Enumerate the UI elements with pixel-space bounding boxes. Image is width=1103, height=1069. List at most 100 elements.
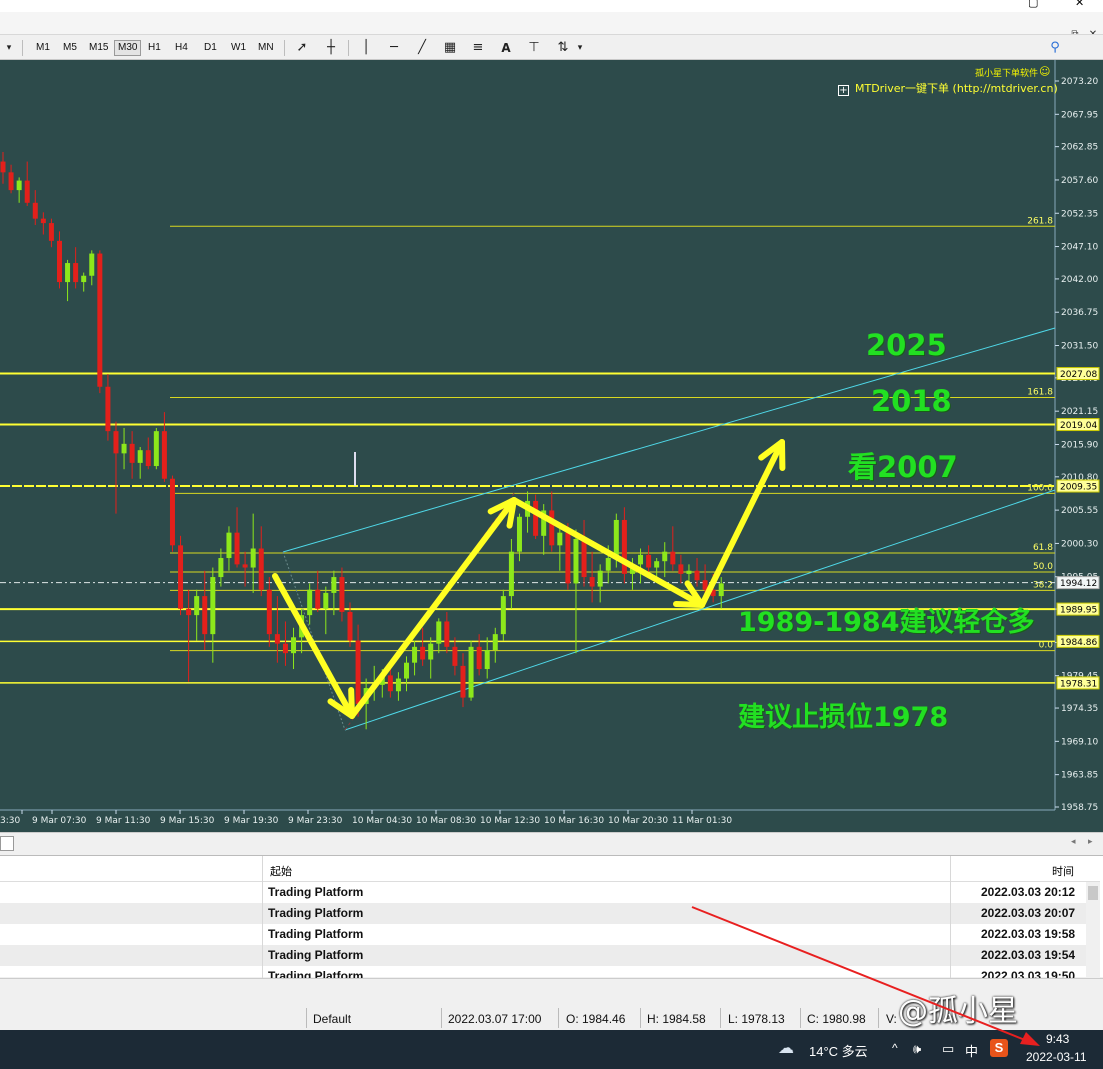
timeframe-w1[interactable]: W1 [228,40,249,56]
candle-body [573,538,579,584]
candle-body [218,558,224,578]
candle-body [291,637,297,654]
candle-body [153,431,159,467]
crosshair-icon[interactable]: ┼ [322,39,340,57]
chart-tab[interactable] [0,836,14,851]
candle-body [533,500,539,536]
bid-label-text: 1994.12 [1060,579,1097,589]
time-tick-label: 10 Mar 12:30 [480,816,540,826]
candle-body [73,263,79,283]
candle-body [662,551,668,562]
ime-indicator[interactable]: 中 [965,1041,978,1060]
table-row[interactable]: Trading Platform 2022.03.03 19:50 [0,966,1086,978]
candle-body [702,580,708,590]
volume-icon[interactable]: 🕪 [913,1041,921,1057]
timeframe-m1[interactable]: M1 [33,40,53,56]
search-icon[interactable]: ⚲ [1046,39,1064,57]
candle-body [97,253,103,387]
candle-body [428,643,434,660]
scroll-right-icon[interactable]: ▸ [1088,836,1093,847]
arrows-icon[interactable]: ⇅ [554,39,572,57]
sogou-icon[interactable]: S [990,1039,1008,1057]
time-tick-label: 9 Mar 19:30 [224,816,279,826]
chart-toolbar: ▾ M1 M5 M15 M30 H1 H4 D1 W1 MN ➚ ┼ │ ─ ╱… [0,34,1103,88]
channel-icon[interactable]: ▦ [441,39,459,57]
candle-body [8,172,14,191]
annotation-2007: 看2007 [848,450,958,484]
candle-body [202,596,208,635]
clock-date[interactable]: 2022-03-11 [1026,1050,1087,1064]
table-row[interactable]: Trading Platform 2022.03.03 20:12 [0,882,1086,903]
mt4-window: ▢ ✕ _ ⧉ ✕ ▾ M1 M5 M15 M30 H1 H4 D1 W1 MN… [0,0,1103,1069]
candle-body [605,558,611,571]
time-tick-label: 9 Mar 11:30 [96,816,151,826]
scroll-left-icon[interactable]: ◂ [1071,836,1076,847]
timeframe-mn[interactable]: MN [255,40,277,56]
candle-body [32,202,38,219]
candle-body [468,646,474,698]
annotation-2018: 2018 [871,384,952,418]
trendline-icon[interactable]: ╱ [413,39,431,57]
candle-body [549,510,555,546]
fibonacci-icon[interactable]: ≡ [469,39,487,57]
panel-scrollbar[interactable] [1086,882,1100,978]
table-row[interactable]: Trading Platform 2022.03.03 20:07 [0,903,1086,924]
timeframe-m15[interactable]: M15 [86,40,111,56]
annotation-stop-loss: 建议止损位1978 [738,702,949,733]
close-icon[interactable]: ✕ [1075,0,1084,9]
candle-body [347,611,353,641]
candle-body [194,596,200,616]
candle-body [484,650,490,670]
candle-body [16,180,22,191]
horizontal-line-icon[interactable]: ─ [385,39,403,57]
price-tick-label: 2062.85 [1061,143,1098,153]
price-tick-label: 2042.00 [1061,275,1098,285]
price-tick-label: 1969.10 [1061,737,1098,747]
chart-tab-bar: ◂ ▸ [0,832,1103,854]
table-row[interactable]: Trading Platform 2022.03.03 19:54 [0,945,1086,966]
scrollbar-thumb[interactable] [1088,886,1098,900]
weather-text[interactable]: 14°C 多云 [809,1041,868,1060]
candle-body [137,450,143,463]
price-tick-label: 2005.55 [1061,506,1098,516]
fib-level-label: 38.2 [1033,580,1053,590]
network-icon[interactable]: ▭ [942,1041,954,1057]
candle-body [315,589,321,609]
time-tick-label: 3:30 [0,816,20,826]
candle-body [516,516,522,552]
price-label-text: 1989.95 [1060,606,1097,616]
fib-level-label: 50.0 [1033,562,1053,572]
timeframe-h4[interactable]: H4 [172,40,191,56]
dropdown-arrow-icon[interactable]: ▾ [0,39,18,57]
timeframe-d1[interactable]: D1 [201,40,220,56]
table-row[interactable]: Trading Platform 2022.03.03 19:58 [0,924,1086,945]
candle-body [129,443,135,463]
column-source[interactable]: 起始 [270,863,292,879]
candle-body [24,180,30,203]
text-icon[interactable]: A [497,39,515,57]
clock-time[interactable]: 9:43 [1046,1032,1069,1046]
chevron-up-icon[interactable]: ^ [892,1041,898,1055]
candle-body [589,577,595,587]
timeframe-m30[interactable]: M30 [114,40,142,56]
candle-body [242,564,248,568]
timeframe-m5[interactable]: M5 [60,40,80,56]
candle-body [210,577,216,635]
text-label-icon[interactable]: ⊤ [525,39,543,57]
price-tick-label: 2057.60 [1061,176,1098,186]
cursor-icon[interactable]: ➚ [293,39,311,57]
timeframe-h1[interactable]: H1 [145,40,164,56]
candle-body [226,532,232,559]
price-chart[interactable]: 2073.20 2067.95 2062.85 2057.60 2052.35 2047.… [0,60,1103,832]
arrows-dropdown-icon[interactable]: ▾ [571,39,589,57]
price-label-text: 1978.31 [1060,679,1097,689]
cloud-icon[interactable]: ☁ [778,1038,794,1058]
plus-icon[interactable]: + [838,85,849,96]
restore-icon[interactable]: ▢ [1028,0,1038,9]
vertical-line-icon[interactable]: │ [357,39,375,57]
candle-body [500,596,506,635]
candle-body [258,548,264,590]
column-time[interactable]: 时间 [1052,863,1074,879]
mtdriver-plugin[interactable]: + MTDriver一键下单 (http://mtdriver.cn) [838,80,1058,96]
candle-body [387,675,393,692]
